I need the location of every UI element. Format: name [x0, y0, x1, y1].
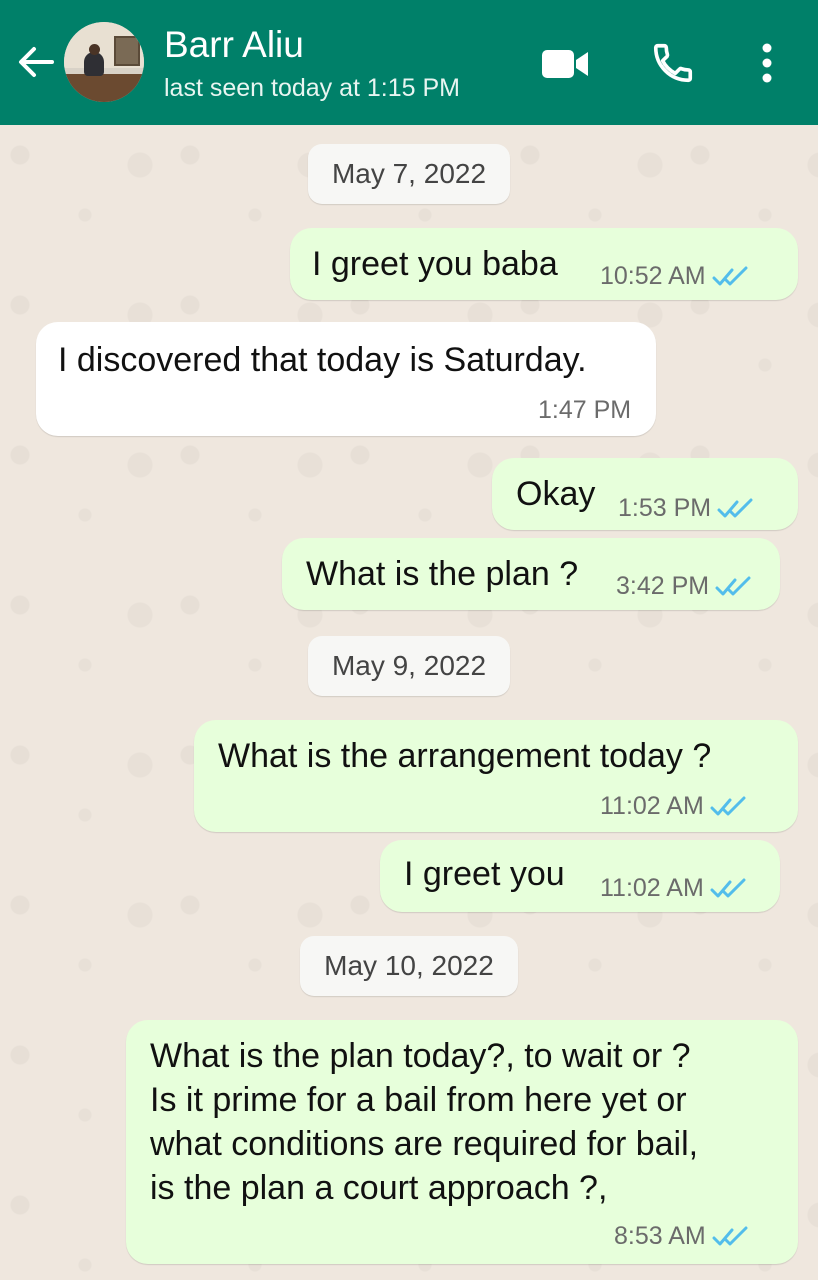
date-divider: May 7, 2022 — [308, 144, 510, 204]
double-check-icon — [715, 576, 751, 595]
message-time: 1:47 PM — [538, 396, 632, 424]
double-check-icon — [717, 498, 753, 517]
arrow-left-icon — [19, 47, 54, 77]
video-camera-icon — [542, 50, 588, 78]
double-check-icon — [710, 878, 746, 897]
message-text: What is the plan today?, to wait or ? Is… — [150, 1037, 699, 1207]
message-time: 1:53 PM — [618, 494, 712, 522]
date-divider: May 9, 2022 — [308, 636, 510, 696]
video-call-button[interactable] — [540, 44, 592, 84]
message-text: I discovered that today is Saturday. — [58, 341, 587, 379]
message-text: I greet you — [404, 855, 565, 893]
message-time: 3:42 PM — [616, 572, 710, 600]
message-time: 8:53 AM — [614, 1222, 706, 1250]
more-vertical-icon — [762, 43, 772, 83]
message-outgoing[interactable]: What is the plan ? 3:42 PM — [282, 538, 780, 610]
message-outgoing[interactable]: What is the plan today?, to wait or ? Is… — [126, 1020, 798, 1264]
message-text: I greet you baba — [312, 245, 558, 283]
message-incoming[interactable]: I discovered that today is Saturday. 1:4… — [36, 322, 656, 436]
message-outgoing[interactable]: What is the arrangement today ? 11:02 AM — [194, 720, 798, 832]
contact-name[interactable]: Barr Aliu — [164, 24, 304, 66]
date-divider: May 10, 2022 — [300, 936, 518, 996]
message-meta: 10:52 AM — [600, 262, 750, 291]
more-options-button[interactable] — [752, 40, 782, 86]
message-outgoing[interactable]: Okay 1:53 PM — [492, 458, 798, 530]
message-meta: 11:02 AM — [600, 874, 748, 903]
message-time: 11:02 AM — [600, 874, 704, 902]
back-button[interactable] — [14, 40, 58, 84]
message-outgoing[interactable]: I greet you 11:02 AM — [380, 840, 780, 912]
message-time: 11:02 AM — [600, 792, 704, 820]
voice-call-button[interactable] — [650, 40, 696, 86]
message-meta: 8:53 AM — [614, 1222, 750, 1251]
phone-icon — [653, 43, 693, 83]
message-meta: 1:47 PM — [538, 396, 631, 425]
double-check-icon — [710, 796, 746, 815]
chat-header: Barr Aliu last seen today at 1:15 PM — [0, 0, 818, 125]
message-meta: 3:42 PM — [616, 572, 753, 601]
double-check-icon — [712, 266, 748, 285]
message-time: 10:52 AM — [600, 262, 706, 290]
message-text: Okay — [516, 475, 596, 513]
message-text: What is the plan ? — [306, 555, 579, 593]
message-outgoing[interactable]: I greet you baba 10:52 AM — [290, 228, 798, 300]
message-text: What is the arrangement today ? — [218, 737, 712, 775]
last-seen-status: last seen today at 1:15 PM — [164, 74, 461, 102]
message-meta: 1:53 PM — [618, 494, 755, 523]
double-check-icon — [712, 1226, 748, 1245]
avatar[interactable] — [64, 22, 144, 102]
message-meta: 11:02 AM — [600, 792, 748, 821]
